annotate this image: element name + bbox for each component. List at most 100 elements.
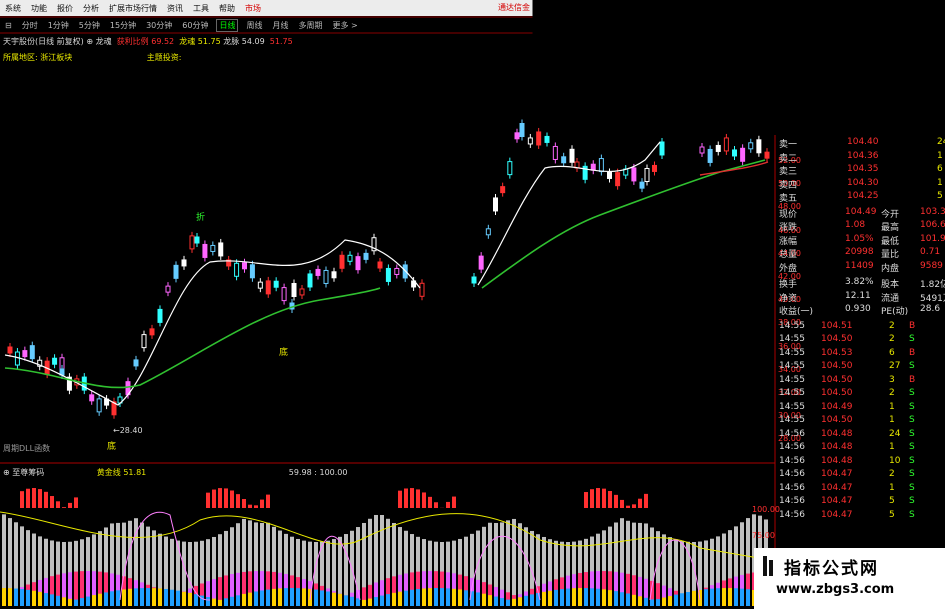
indicator-bar (284, 510, 288, 514)
indicator-bar (320, 510, 324, 520)
indicator-bar (644, 493, 648, 508)
ind-axis-100: 100.00 (752, 505, 780, 514)
tick-side: S (909, 388, 915, 398)
indicator-bar (254, 591, 258, 606)
indicator-bar (266, 510, 270, 522)
indicator-bar (638, 596, 642, 606)
indicator-bar (26, 488, 30, 508)
tick-row: 14:56 104.47 5 S (777, 510, 945, 524)
ask-volume: 1 (937, 177, 943, 188)
tick-volume: 5 (889, 496, 895, 506)
stat-row: 换手 3.82% 股本 1.82亿 (777, 277, 945, 291)
golden-line (0, 511, 771, 561)
stat-value: 1.08 (845, 220, 866, 230)
indicator-bar (74, 497, 78, 508)
tick-volume: 2 (889, 334, 895, 344)
indicator-bar (176, 590, 180, 606)
tick-volume: 1 (889, 415, 895, 425)
golden-line-label: 黄金线 (96, 468, 121, 477)
candle-body (234, 262, 240, 277)
indicator-bar (620, 510, 624, 518)
indicator-bar (680, 593, 684, 606)
candle-body (707, 148, 713, 163)
candle-body (715, 144, 721, 152)
indicator-bar (704, 589, 708, 606)
indicator-bar (668, 510, 672, 519)
indicator-bar (362, 599, 366, 606)
indicator-range: 59.98 : 100.00 (288, 468, 348, 477)
indicator-bar (392, 592, 396, 606)
candle-body (569, 148, 575, 163)
candle-body (218, 242, 224, 257)
indicator-bar (506, 514, 510, 606)
indicator-bar (140, 588, 144, 606)
indicator-bar (410, 589, 414, 606)
stat-label: 流通 (881, 293, 900, 304)
indicator-bar (278, 588, 282, 606)
candle-body (507, 161, 513, 176)
candle-body (644, 168, 650, 182)
indicator-bar (494, 596, 498, 606)
candle-body (377, 261, 383, 269)
tick-time: 14:55 (779, 401, 805, 412)
ask-volume: 6 (937, 164, 943, 174)
indicator-bar (656, 510, 660, 516)
tick-row: 14:55 104.50 2 S (777, 334, 945, 348)
stat-label: 现价 (779, 209, 798, 220)
tick-time: 14:55 (779, 347, 805, 358)
watermark: 指标公式网 www.zbgs3.com (754, 548, 945, 609)
indicator-bar (284, 588, 288, 606)
indicator-bar (50, 510, 54, 515)
indicator-bar (428, 496, 432, 508)
candle-body (552, 145, 558, 160)
candle-body (607, 171, 612, 179)
indicator-bar (560, 589, 564, 606)
tick-time: 14:55 (779, 334, 805, 344)
stat-value: 20998 (845, 247, 874, 257)
golden-line-value: 51.81 (123, 468, 147, 477)
tick-row: 14:56 104.48 24 S (777, 429, 945, 443)
candle-body (615, 172, 621, 187)
indicator-bar (446, 588, 450, 606)
tick-price: 104.47 (821, 509, 853, 520)
indicator-bar (572, 510, 576, 518)
candle-body (202, 243, 208, 258)
tick-time: 14:56 (779, 442, 805, 452)
indicator-name-2[interactable]: ⊕ 至尊筹码 (3, 468, 44, 477)
ind-axis-75: 75.00 (752, 531, 775, 540)
indicator-bar (656, 599, 660, 606)
indicator-bar (500, 598, 504, 606)
indicator-bar (440, 510, 444, 522)
indicator-bar (740, 588, 744, 606)
indicator-bar (422, 492, 426, 508)
indicator-bar (218, 599, 222, 606)
stat-label: 今开 (881, 209, 900, 220)
indicator-bar (206, 597, 210, 606)
tick-time: 14:55 (779, 320, 805, 331)
tick-row: 14:55 104.50 1 S (777, 415, 945, 429)
indicator-bar (686, 510, 690, 523)
indicator-bar (734, 588, 738, 606)
indicator-bar (458, 589, 462, 606)
indicator-bar (62, 597, 66, 606)
indicator-bar (482, 593, 486, 606)
indicator-bar (596, 488, 600, 508)
indicator-bar (356, 510, 360, 523)
indicator-bar (224, 598, 228, 606)
indicator-bar (296, 588, 300, 606)
tick-side: S (909, 496, 915, 506)
indicator-bar (344, 510, 348, 522)
indicator-bar (626, 505, 630, 508)
indicator-bar (44, 510, 48, 516)
indicator-bar (188, 510, 192, 514)
indicator-bar (632, 510, 636, 523)
stat-label: PE(动) (881, 307, 909, 317)
candle-body (419, 282, 425, 297)
tick-row: 14:55 104.51 2 B (777, 321, 945, 335)
indicator-bar (92, 595, 96, 606)
indicator-bar (710, 588, 714, 606)
indicator-bar (680, 510, 684, 523)
quote-panel: 卖一 104.40 24 卖二 104.36 1 卖三 104.35 6 卖四 104.30 1 卖五 1… (777, 135, 945, 520)
tick-volume: 3 (889, 374, 895, 385)
indicator-bar (434, 502, 438, 508)
